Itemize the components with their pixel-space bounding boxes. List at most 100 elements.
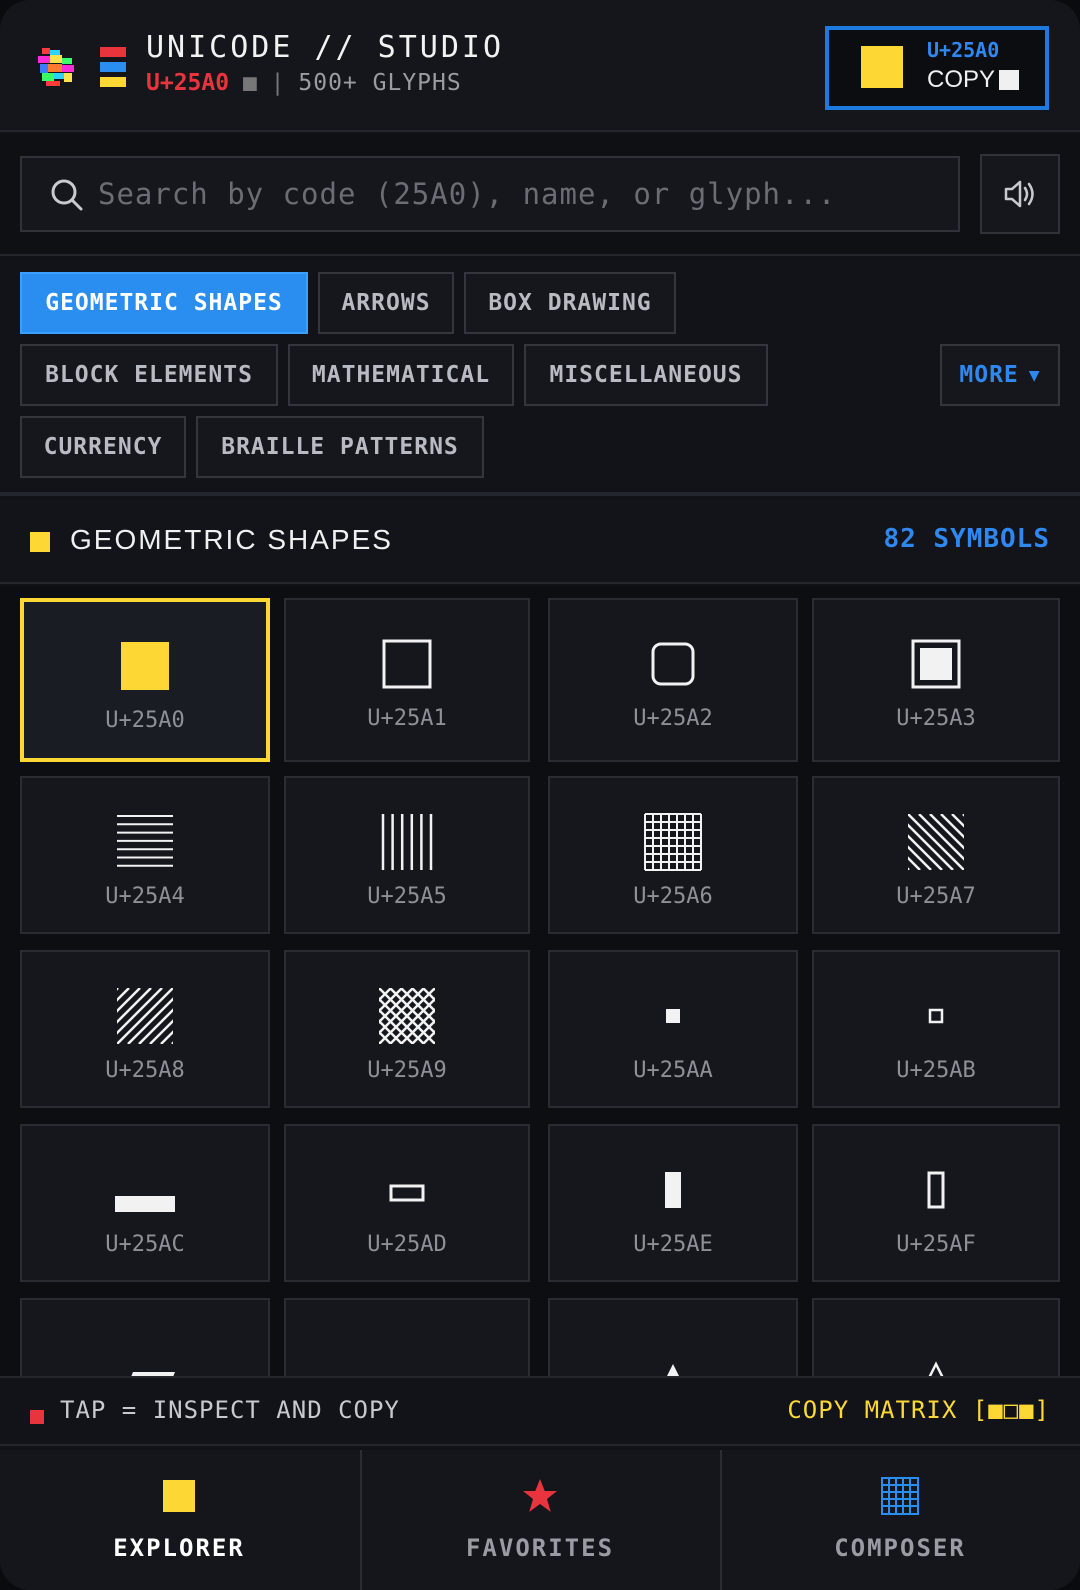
white-rectangle-icon <box>286 1126 528 1236</box>
glyph-cell[interactable]: U+25A7 <box>812 776 1060 934</box>
glyph-code: U+25A5 <box>367 884 447 909</box>
glyph-code: U+25A3 <box>896 706 976 731</box>
category-filters: GEOMETRIC SHAPES ARROWS BOX DRAWING BLOC… <box>0 258 1080 496</box>
chip-miscellaneous[interactable]: MISCELLANEOUS <box>524 344 768 406</box>
glyph-code: U+25A1 <box>367 706 447 731</box>
app-title: UNICODE // STUDIO <box>146 30 505 65</box>
stripe-blue <box>100 62 126 72</box>
glyph-code: U+25A0 <box>105 708 185 733</box>
glyph-cell[interactable] <box>812 1298 1060 1376</box>
chip-braille-patterns[interactable]: BRAILLE PATTERNS <box>196 416 484 478</box>
chip-block-elements[interactable]: BLOCK ELEMENTS <box>20 344 278 406</box>
white-square-icon <box>286 600 528 710</box>
hint-bar: TAP = INSPECT AND COPY COPY MATRIX [■□■] <box>0 1376 1080 1446</box>
glyph-code: U+25AD <box>367 1232 447 1257</box>
copy-card-code: U+25A0 <box>927 38 1000 62</box>
glyph-cell[interactable]: U+25AE <box>548 1124 798 1282</box>
nav-composer-label: COMPOSER <box>834 1534 966 1562</box>
glyph-code: U+25AF <box>896 1232 976 1257</box>
speaker-icon <box>1004 180 1034 208</box>
nav-explorer[interactable]: EXPLORER <box>0 1450 358 1590</box>
glyph-cell[interactable] <box>284 1298 530 1376</box>
black-small-square-icon <box>550 952 796 1062</box>
glyph-cell[interactable]: U+25A5 <box>284 776 530 934</box>
search-icon <box>51 179 83 211</box>
white-parallelogram-icon <box>286 1300 528 1376</box>
glyph-cell[interactable]: U+25A3 <box>812 598 1060 762</box>
chevron-down-icon: ▼ <box>1028 364 1041 386</box>
glyph-cell[interactable]: U+25AA <box>548 950 798 1108</box>
copy-matrix-button[interactable]: COPY MATRIX [■□■] <box>787 1396 1050 1424</box>
diagonal-up-fill-square-icon <box>22 952 268 1062</box>
glyph-code: U+25A7 <box>896 884 976 909</box>
hint-text: TAP = INSPECT AND COPY <box>60 1396 400 1424</box>
brand-stripes <box>100 47 126 89</box>
diagonal-crosshatch-square-icon <box>286 952 528 1062</box>
sound-button[interactable] <box>980 154 1060 234</box>
chip-geometric-shapes[interactable]: GEOMETRIC SHAPES <box>20 272 308 334</box>
copy-card-label: COPY <box>927 66 996 93</box>
hint-marker <box>30 1410 44 1424</box>
crosshatch-square-icon <box>550 778 796 888</box>
glyph-cell[interactable] <box>20 1298 270 1376</box>
header-subline: U+25A0 ■ | 500+ GLYPHS <box>146 70 462 96</box>
stripe-yellow <box>100 77 126 87</box>
glyph-code: U+25AB <box>896 1058 976 1083</box>
chip-arrows[interactable]: ARROWS <box>318 272 454 334</box>
symbol-count: 82 SYMBOLS <box>883 524 1050 554</box>
chip-currency[interactable]: CURRENCY <box>20 416 186 478</box>
section-header: GEOMETRIC SHAPES 82 SYMBOLS <box>0 500 1080 584</box>
nav-explorer-label: EXPLORER <box>113 1534 245 1562</box>
glyph-cell[interactable]: U+25A6 <box>548 776 798 934</box>
more-categories-button[interactable]: MORE ▼ <box>940 344 1060 406</box>
black-square-icon <box>24 602 266 712</box>
nav-composer[interactable]: COMPOSER <box>720 1450 1078 1590</box>
square-icon <box>163 1480 195 1512</box>
glyph-cell[interactable]: U+25A9 <box>284 950 530 1108</box>
diagonal-down-fill-square-icon <box>814 778 1058 888</box>
current-glyph: ■ <box>242 70 257 96</box>
chip-mathematical[interactable]: MATHEMATICAL <box>288 344 514 406</box>
glyph-cell[interactable]: U+25A0 <box>20 598 270 762</box>
stripe-red <box>100 47 126 57</box>
glyph-cell[interactable]: U+25AF <box>812 1124 1060 1282</box>
black-vertical-rectangle-icon <box>550 1126 796 1236</box>
app-root: UNICODE // STUDIO U+25A0 ■ | 500+ GLYPHS… <box>0 0 1080 1590</box>
glitch-logo-icon <box>38 48 74 86</box>
glyph-cell[interactable]: U+25A1 <box>284 598 530 762</box>
horizontal-fill-square-icon <box>22 778 268 888</box>
glyph-cell[interactable] <box>548 1298 798 1376</box>
copy-current-button[interactable]: U+25A0 COPY <box>825 26 1049 110</box>
glyph-cell[interactable]: U+25AB <box>812 950 1060 1108</box>
glyph-cell[interactable]: U+25A2 <box>548 598 798 762</box>
glyph-cell[interactable]: U+25A8 <box>20 950 270 1108</box>
chip-box-drawing[interactable]: BOX DRAWING <box>464 272 676 334</box>
glyph-cell[interactable]: U+25A4 <box>20 776 270 934</box>
copy-icon <box>999 70 1019 90</box>
star-icon <box>523 1479 557 1512</box>
rounded-square-icon <box>550 600 796 710</box>
glyph-count: 500+ GLYPHS <box>298 70 462 96</box>
more-label: MORE <box>959 362 1019 388</box>
search-row <box>0 134 1080 256</box>
glyph-code: U+25AA <box>633 1058 713 1083</box>
glyph-code: U+25A8 <box>105 1058 185 1083</box>
section-marker <box>30 532 50 552</box>
vertical-fill-square-icon <box>286 778 528 888</box>
glyph-code: U+25A2 <box>633 706 713 731</box>
glyph-code: U+25AC <box>105 1232 185 1257</box>
glyph-cell[interactable]: U+25AC <box>20 1124 270 1282</box>
search-input[interactable] <box>98 168 938 220</box>
nav-favorites[interactable]: FAVORITES <box>360 1450 718 1590</box>
square-containing-square-icon <box>814 600 1058 710</box>
glyph-cell[interactable]: U+25AD <box>284 1124 530 1282</box>
white-triangle-icon <box>814 1300 1058 1376</box>
white-vertical-rectangle-icon <box>814 1126 1058 1236</box>
glyph-code: U+25A6 <box>633 884 713 909</box>
bottom-nav: EXPLORER FAVORITES COMPOSER <box>0 1450 1080 1590</box>
grid-icon <box>881 1477 919 1515</box>
section-title: GEOMETRIC SHAPES <box>70 524 393 555</box>
glyph-code: U+25A4 <box>105 884 185 909</box>
search-box <box>20 156 960 232</box>
black-rectangle-icon <box>22 1126 268 1236</box>
